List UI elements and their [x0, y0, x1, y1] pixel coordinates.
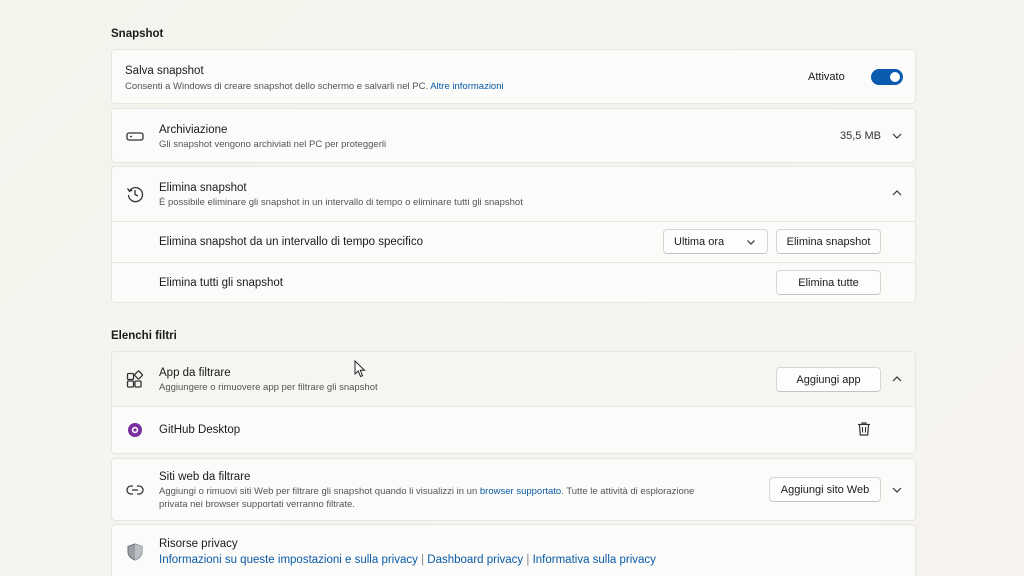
more-info-link[interactable]: Altre informazioni	[430, 81, 503, 92]
app-name: GitHub Desktop	[159, 424, 241, 436]
sites-desc-text: . Tutte le attività di esplorazione	[561, 486, 695, 497]
time-range-value: Ultima ora	[674, 235, 725, 248]
apps-filter-title: App da filtrare	[159, 367, 231, 379]
apps-grid-icon	[126, 370, 143, 388]
privacy-resources-title: Risorse privacy	[159, 538, 238, 550]
delete-range-label: Elimina snapshot da un intervallo di tem…	[159, 236, 424, 248]
mouse-cursor-icon	[354, 360, 366, 378]
privacy-settings-link[interactable]: Informazioni su queste impostazioni e su…	[159, 554, 418, 566]
storage-size: 35,5 MB	[840, 130, 881, 142]
shield-icon	[127, 543, 143, 561]
delete-snapshot-title: Elimina snapshot	[159, 182, 247, 194]
chevron-down-icon	[747, 240, 755, 245]
privacy-resources-card: Risorse privacy Informazioni su queste i…	[111, 524, 916, 576]
save-snapshot-desc-text: Consenti a Windows di creare snapshot de…	[125, 81, 429, 92]
link-separator: |	[421, 554, 425, 566]
chevron-down-icon[interactable]	[890, 483, 904, 497]
save-snapshot-desc: Consenti a Windows di creare snapshot de…	[125, 81, 504, 92]
save-snapshot-toggle[interactable]	[871, 69, 903, 85]
section-title-filters: Elenchi filtri	[111, 330, 177, 342]
toggle-state-label: Attivato	[808, 71, 845, 83]
github-desktop-icon	[128, 423, 142, 437]
add-website-button[interactable]: Aggiungi sito Web	[769, 477, 881, 502]
time-range-select[interactable]: Ultima ora	[663, 229, 768, 254]
sites-filter-card[interactable]: Siti web da filtrare Aggiungi o rimuovi …	[111, 458, 916, 521]
delete-snapshot-desc: È possibile eliminare gli snapshot in un…	[159, 197, 523, 208]
storage-card[interactable]: Archiviazione Gli snapshot vengono archi…	[111, 108, 916, 163]
privacy-links: Informazioni su queste impostazioni e su…	[159, 554, 656, 566]
chevron-up-icon[interactable]	[890, 372, 904, 386]
link-separator: |	[526, 554, 530, 566]
privacy-dashboard-link[interactable]: Dashboard privacy	[427, 554, 523, 566]
sites-filter-desc-2: privata nei browser supportati verranno …	[159, 499, 355, 510]
add-app-button[interactable]: Aggiungi app	[776, 367, 881, 392]
history-icon	[126, 187, 144, 203]
delete-snapshot-button[interactable]: Elimina snapshot	[776, 229, 881, 254]
supported-browser-link[interactable]: browser supportato	[480, 486, 561, 497]
delete-all-button[interactable]: Elimina tutte	[776, 270, 881, 295]
storage-title: Archiviazione	[159, 124, 228, 136]
link-icon	[126, 485, 144, 495]
trash-icon[interactable]	[855, 420, 873, 438]
chevron-up-icon[interactable]	[890, 186, 904, 200]
apps-filter-desc: Aggiungere o rimuovere app per filtrare …	[159, 382, 378, 393]
storage-desc: Gli snapshot vengono archiviati nel PC p…	[159, 139, 387, 150]
section-title-snapshot: Snapshot	[111, 28, 164, 40]
divider	[112, 262, 915, 263]
delete-snapshot-card: Elimina snapshot È possibile eliminare g…	[111, 166, 916, 303]
divider	[112, 221, 915, 222]
save-snapshot-card: Salva snapshot Consenti a Windows di cre…	[111, 49, 916, 104]
sites-desc-text: Aggiungi o rimuovi siti Web per filtrare…	[159, 486, 478, 497]
chevron-down-icon[interactable]	[890, 129, 904, 143]
sites-filter-title: Siti web da filtrare	[159, 471, 251, 483]
save-snapshot-title: Salva snapshot	[125, 65, 204, 77]
privacy-statement-link[interactable]: Informativa sulla privacy	[533, 554, 656, 566]
list-item: GitHub Desktop	[112, 407, 915, 454]
sites-filter-desc: Aggiungi o rimuovi siti Web per filtrare…	[159, 486, 694, 497]
delete-all-label: Elimina tutti gli snapshot	[159, 277, 284, 289]
apps-filter-card: App da filtrare Aggiungere o rimuovere a…	[111, 351, 916, 454]
storage-drive-icon	[126, 132, 144, 141]
